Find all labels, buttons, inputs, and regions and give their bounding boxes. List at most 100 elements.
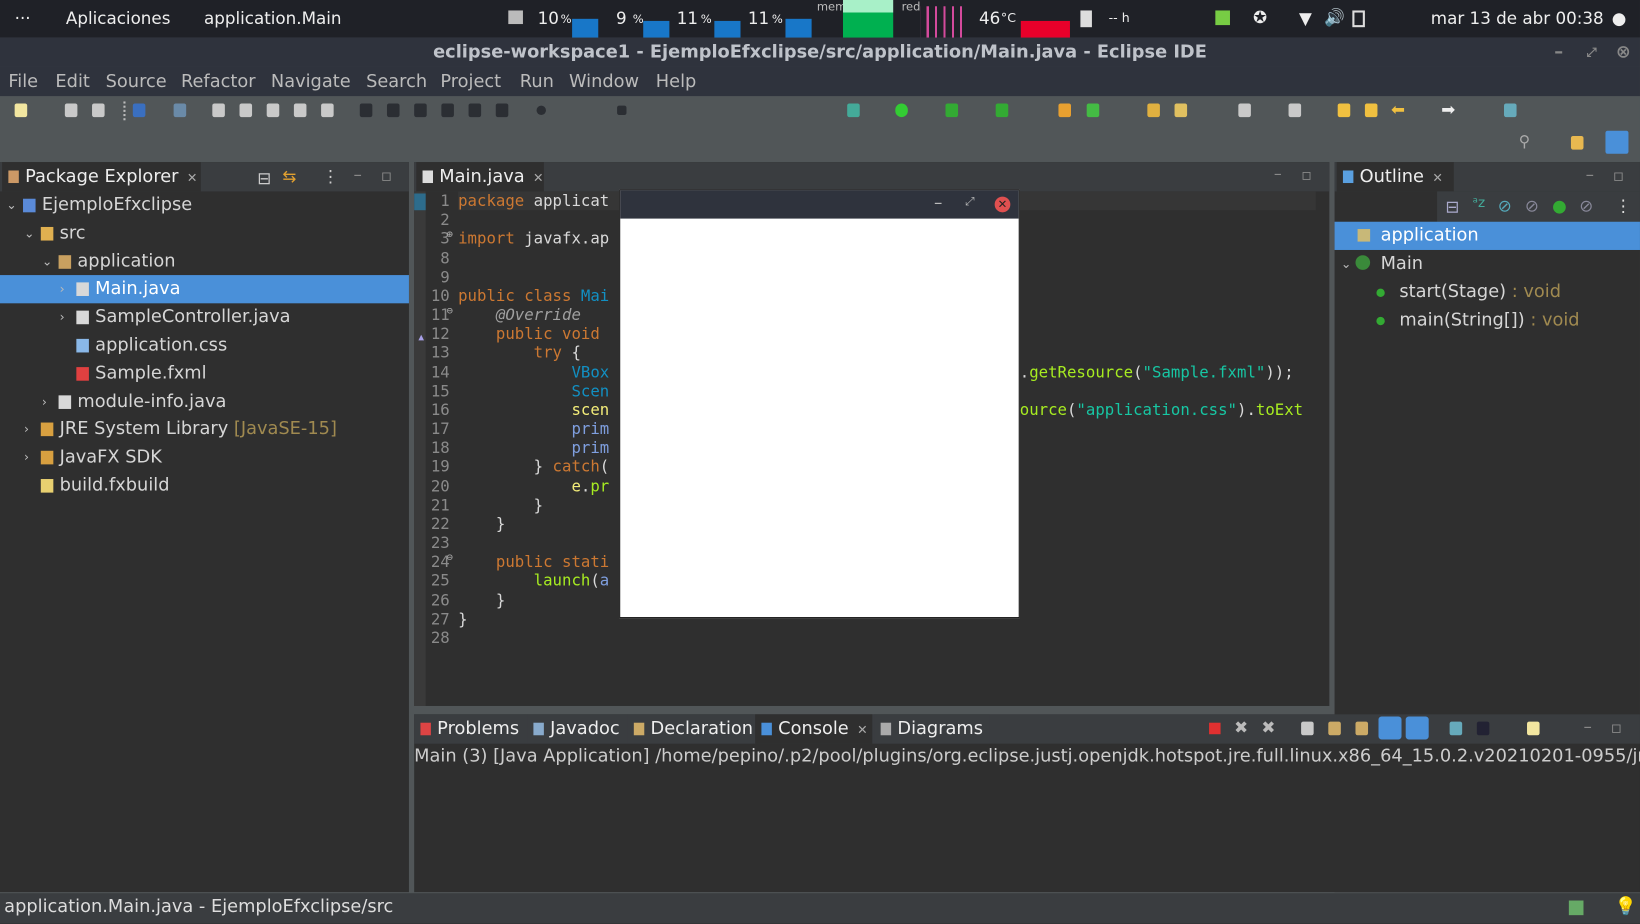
layout-icon[interactable] [468,103,482,118]
new-class-icon[interactable] [1086,103,1100,118]
expand-fold-icon[interactable]: ⊕ [447,229,453,241]
tree-item[interactable]: build.fxbuild [0,472,409,500]
accessibility-icon[interactable]: ✪ [1253,7,1267,27]
outline-item-class[interactable]: ⌄ Main [1335,250,1640,278]
collapse-all-icon[interactable]: ⊟ [257,168,271,188]
tab-declaration[interactable]: Declaration [627,714,753,744]
applications-menu[interactable]: Aplicaciones [66,8,171,28]
chevron-right-icon[interactable]: › [24,444,29,472]
minimize-view-icon[interactable]: – [1586,164,1594,184]
forward-edit-icon[interactable] [1364,103,1378,118]
remove-all-terminated-icon[interactable]: ✖ [1261,717,1275,737]
tree-item[interactable]: Sample.fxml [0,360,409,388]
menu-edit[interactable]: Edit [55,71,89,92]
coverage-icon[interactable] [945,103,959,118]
remove-launch-icon[interactable]: ✖ [1234,717,1248,737]
restore-window-button[interactable]: ⤢ [1587,38,1597,67]
sort-icon[interactable]: ᵃz [1473,196,1485,212]
tree-item[interactable]: › JRE System Library [JavaSE-15] [0,416,409,444]
chevron-down-icon[interactable]: ⌄ [42,247,53,275]
minimize-view-icon[interactable]: – [354,164,362,184]
close-icon[interactable]: ✕ [1432,170,1443,185]
maximize-view-icon[interactable]: ▫ [1613,165,1624,185]
menu-refactor[interactable]: Refactor [181,71,256,92]
hide-static-icon[interactable]: ⊘ [1525,196,1539,216]
javafx-app-window[interactable]: – ⤢ ✕ [619,189,1020,619]
minimize-window-button[interactable]: – [1554,38,1563,67]
chevron-right-icon[interactable]: › [60,275,65,303]
last-edit-icon[interactable] [1337,103,1351,118]
menu-navigate[interactable]: Navigate [271,71,351,92]
close-button[interactable]: ✕ [994,196,1011,213]
tree-item[interactable]: › Main.java [0,275,409,304]
outline-item-method[interactable]: start(Stage) : void [1335,278,1640,306]
open-perspective-icon[interactable] [1570,135,1584,150]
close-window-button[interactable]: ⊗ [1616,38,1631,67]
tree-item[interactable]: › module-info.java [0,388,409,416]
tree-item[interactable]: ⌄ src [0,219,409,247]
tree-item[interactable]: ⌄ EjemploEfxclipse [0,191,409,219]
next-annotation-icon[interactable] [1238,103,1251,118]
outline-item-method[interactable]: main(String[]) : void [1335,306,1640,334]
chevron-down-icon[interactable]: ⌄ [24,219,35,247]
tree-item[interactable]: application.css [0,332,409,360]
tab-package-explorer[interactable]: Package Explorer ✕ [2,162,201,192]
run-icon[interactable] [895,103,908,118]
activities-button[interactable]: ··· [15,8,31,28]
back-icon[interactable]: ⬅ [1391,99,1405,119]
layout-icon[interactable] [441,103,454,118]
volume-icon[interactable]: 🔊 [1324,7,1345,27]
maximize-view-icon[interactable]: ▫ [1611,717,1622,737]
pilcrow-icon[interactable] [321,103,334,118]
menu-project[interactable]: Project [440,71,501,92]
wifi-icon[interactable]: ▼ [1299,8,1312,28]
view-menu-icon[interactable]: ⋮ [1615,196,1632,216]
save-all-icon[interactable] [92,103,105,118]
maximize-view-icon[interactable]: ▫ [381,165,392,185]
tree-item[interactable]: › JavaFX SDK [0,444,409,472]
debug-icon[interactable] [847,103,860,118]
tab-console[interactable]: Console ✕ [755,714,873,744]
java-perspective-icon[interactable] [1605,130,1629,154]
progress-icon[interactable] [1568,900,1584,916]
tree-item[interactable]: › SampleController.java [0,304,409,332]
word-wrap-icon[interactable] [1355,721,1369,736]
tab-javadoc[interactable]: Javadoc [527,714,628,744]
shape-icon[interactable] [617,105,627,116]
menu-search[interactable]: Search [366,71,427,92]
tab-outline[interactable]: Outline ✕ [1336,162,1454,192]
open-type-icon[interactable] [1147,103,1160,118]
layout-icon[interactable] [414,103,427,118]
collapse-all-icon[interactable]: ⊟ [1445,197,1459,217]
chevron-down-icon[interactable]: ⌄ [1341,250,1352,278]
layout-icon[interactable] [386,103,400,118]
menu-file[interactable]: File [8,71,38,92]
show-whitespace-icon[interactable] [293,103,307,118]
hide-fields-icon[interactable]: ⊘ [1498,196,1512,216]
hide-local-types-icon[interactable]: ⊘ [1579,196,1593,216]
open-console-icon[interactable] [1527,721,1540,736]
external-tools-icon[interactable] [995,103,1009,118]
save-icon[interactable] [64,103,78,118]
tip-icon[interactable]: 💡 [1615,893,1637,921]
tree-item[interactable]: ⌄ application [0,247,409,275]
new-icon[interactable] [14,103,28,118]
search-icon[interactable]: ⚲ [1519,132,1531,151]
link-with-editor-icon[interactable]: ⇆ [282,166,296,186]
show-on-stderr-icon[interactable] [1405,716,1429,740]
pin-console-icon[interactable] [1449,721,1463,736]
active-app-name[interactable]: application.Main [204,8,342,28]
tab-problems[interactable]: Problems [414,714,528,744]
close-icon[interactable]: ✕ [187,170,198,185]
layout-icon[interactable] [359,103,373,118]
minimize-button[interactable]: – [934,192,942,212]
chevron-right-icon[interactable]: › [42,388,47,416]
menu-run[interactable]: Run [520,71,554,92]
close-icon[interactable]: ✕ [857,723,868,738]
clear-console-icon[interactable] [1301,721,1314,736]
display-console-icon[interactable] [1476,721,1490,736]
chevron-right-icon[interactable]: › [60,304,65,332]
chevron-right-icon[interactable]: › [24,416,29,444]
forward-icon[interactable]: ➡ [1441,99,1455,119]
tab-main-java[interactable]: Main.java ✕ [416,162,544,192]
